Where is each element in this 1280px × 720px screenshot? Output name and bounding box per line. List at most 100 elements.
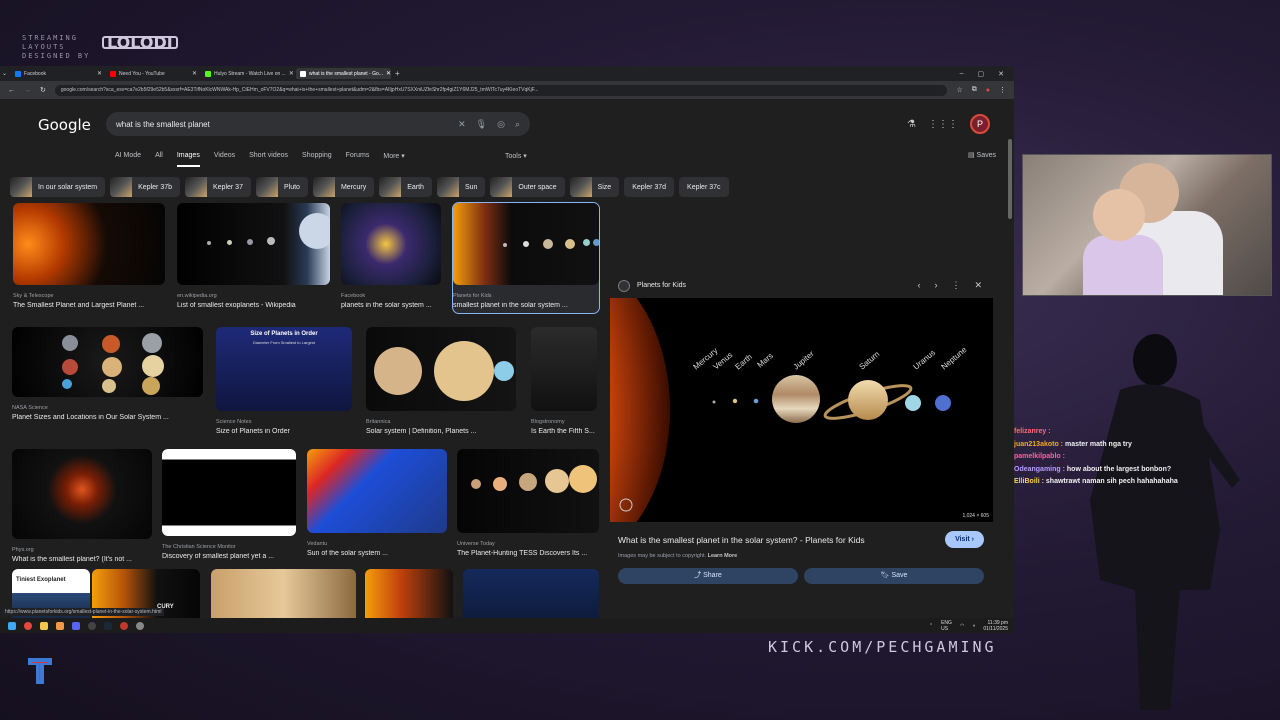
reload-icon[interactable]: ↻ [40,86,46,94]
more-options-icon[interactable]: ⋮ [951,280,960,291]
result-title[interactable]: Solar system | Definition, Planets ... [366,428,476,435]
extensions-icon[interactable]: ⧉ [972,86,977,94]
profile-icon[interactable]: ● [986,87,990,94]
result-source[interactable]: Phys.org [12,547,34,553]
image-result[interactable]: Size of Planets in Order Diameter From Sm… [216,327,352,439]
nav-tab-more[interactable]: More ▾ [383,152,404,167]
result-title[interactable]: planets in the solar system ... [341,302,432,309]
image-result[interactable]: Blogstronomy Is Earth the Fifth S... [531,327,597,439]
image-result[interactable] [463,569,599,618]
visit-button[interactable]: Visit › [945,531,984,548]
url-field[interactable]: google.com/search?sca_esv=ca7e2b5f29e52b… [54,84,948,96]
related-chip[interactable]: Kepler 37d [624,177,675,197]
steam-icon[interactable] [104,621,112,630]
clear-icon[interactable]: ✕ [458,119,466,130]
image-result[interactable]: The Christian Science Monitor Discovery o… [162,449,296,564]
result-source[interactable]: NASA Science [12,405,48,411]
preview-title[interactable]: What is the smallest planet in the solar… [618,535,865,545]
result-thumbnail[interactable] [162,449,296,536]
search-icon[interactable]: ⌕ [515,119,520,130]
saves-button[interactable]: ▤ Saves [968,151,996,159]
result-source[interactable]: Sky & Telescope [13,293,54,299]
nav-tab-forums[interactable]: Forums [346,152,370,167]
result-thumbnail[interactable] [13,203,165,285]
apps-grid-icon[interactable]: ⋮⋮⋮ [928,119,958,130]
image-result[interactable]: Vedantu Sun of the solar system ... [307,449,447,561]
result-title[interactable]: Sun of the solar system ... [307,550,388,557]
related-chip[interactable]: Kepler 37b [110,177,180,197]
learn-more-link[interactable]: Learn More [708,553,738,559]
nav-tab-images[interactable]: Images [176,152,200,167]
related-chip[interactable]: Earth [379,177,432,197]
result-title[interactable]: The Planet-Hunting TESS Discovers Its ..… [457,550,587,557]
browser-tab[interactable]: what is the smallest planet - Go... ✕ [296,68,392,79]
related-chip[interactable]: Sun [436,177,486,197]
next-image-icon[interactable]: › [934,280,937,291]
image-result[interactable]: en.wikipedia.org List of smallest exoplan… [177,203,330,313]
save-button[interactable]: 🔖︎ Save [804,568,984,584]
result-source[interactable]: en.wikipedia.org [177,293,217,299]
result-title[interactable]: What is the smallest planet? (It's not .… [12,556,132,563]
prev-image-icon[interactable]: ‹ [917,280,920,291]
wifi-icon[interactable]: ◠ [960,623,964,629]
result-source[interactable]: Vedantu [307,541,327,547]
result-source[interactable]: Facebook [341,293,365,299]
result-title[interactable]: Is Earth the Fifth S... [531,428,595,435]
back-icon[interactable]: ← [8,87,15,94]
tab-search-icon[interactable]: ⌄ [2,70,7,77]
new-tab-button[interactable]: + [395,69,400,78]
result-thumbnail[interactable]: Size of Planets in Order Diameter From Sm… [216,327,352,411]
image-result[interactable]: Facebook planets in the solar system ... [341,203,441,313]
image-result[interactable]: Phys.org What is the smallest planet? (It… [12,449,152,567]
result-title[interactable]: List of smallest exoplanets - Wikipedia [177,302,296,309]
nav-tab-short-videos[interactable]: Short videos [249,152,288,167]
browser-tab[interactable]: Facebook ✕ [11,68,106,79]
preview-site-name[interactable]: Planets for Kids [637,282,686,289]
clock[interactable]: 11:39 pm 01/11/2025 [983,620,1008,632]
account-avatar[interactable]: P [970,114,990,134]
tab-close-icon[interactable]: ✕ [386,70,391,77]
forward-icon[interactable]: → [24,87,31,94]
result-thumbnail[interactable] [457,449,599,533]
image-result[interactable]: Planets for Kids smallest planet in the s… [452,202,600,314]
lens-icon[interactable]: ◎ [497,119,505,130]
nav-tab-videos[interactable]: Videos [214,152,235,167]
related-chip[interactable]: Kepler 37c [679,177,729,197]
image-result[interactable] [211,569,356,618]
result-title[interactable]: smallest planet in the solar system ... [453,302,568,309]
related-chip[interactable]: Kepler 37 [185,177,251,197]
result-source[interactable]: Universe Today [457,541,495,547]
scrollbar[interactable] [1008,139,1012,219]
result-thumbnail[interactable] [341,203,441,285]
minimize-icon[interactable]: – [960,70,964,78]
result-title[interactable]: The Smallest Planet and Largest Planet .… [13,302,144,309]
result-source[interactable]: The Christian Science Monitor [162,544,236,550]
result-source[interactable]: Science Notes [216,419,251,425]
app-icon[interactable] [56,621,64,630]
mic-icon[interactable]: 🎙︎ [476,119,487,130]
tools-button[interactable]: Tools ▾ [505,152,527,160]
result-source[interactable]: Britannica [366,419,390,425]
result-source[interactable]: Blogstronomy [531,419,565,425]
discord-icon[interactable] [72,621,80,630]
record-icon[interactable] [120,621,128,630]
settings-icon[interactable] [136,621,144,630]
language-indicator[interactable]: ENG US [941,620,952,632]
related-chip[interactable]: Mercury [312,177,375,197]
labs-flask-icon[interactable]: ⚗ [907,119,916,130]
tab-close-icon[interactable]: ✕ [192,70,197,77]
browser-menu-icon[interactable]: ⋮ [999,86,1006,94]
nav-tab-ai-mode[interactable]: AI Mode [115,152,141,167]
result-title[interactable]: Size of Planets in Order [216,428,290,435]
result-title[interactable]: Discovery of smallest planet yet a ... [162,553,274,560]
tab-close-icon[interactable]: ✕ [289,70,294,77]
preview-image[interactable]: Mercury Venus Earth Mars Jupiter Saturn Uranus… [610,298,993,522]
volume-icon[interactable]: ◖ [972,623,975,629]
nav-tab-shopping[interactable]: Shopping [302,152,332,167]
related-chip[interactable]: In our solar system [10,177,106,197]
chrome-icon[interactable] [24,621,32,630]
result-title[interactable]: Planet Sizes and Locations in Our Solar … [12,414,169,421]
explorer-icon[interactable] [40,621,48,630]
bookmark-star-icon[interactable]: ☆ [956,86,962,94]
result-thumbnail[interactable] [12,327,203,397]
